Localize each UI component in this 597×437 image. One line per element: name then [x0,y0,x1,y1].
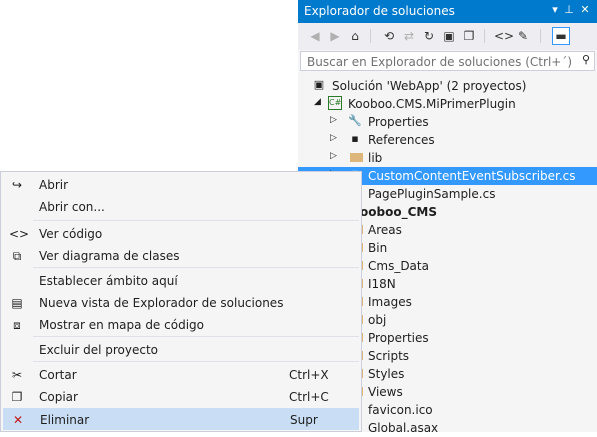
tree-item-label: Global.asax [368,421,439,435]
forward-icon[interactable]: ▶ [326,27,344,45]
tree-item-label: Images [368,295,412,309]
collapse-all-icon[interactable]: ▣ [440,27,458,45]
class-diagram-icon: ⧉ [12,249,22,263]
tree-item-label: Kooboo.CMS.MiPrimerPlugin [348,97,516,111]
scissors-icon: ✂ [11,368,23,382]
menu-item-ver-codigo[interactable]: <> Ver código [3,223,359,245]
search-icon[interactable]: ⚲ [582,53,590,66]
solution-search-box[interactable]: ⚲ [300,51,595,71]
toolbar-separator [540,29,541,43]
pin-icon[interactable]: ⊥ [562,3,576,16]
pending-changes-filter-icon[interactable]: ⟲ [380,27,398,45]
copy-icon: ❐ [11,390,23,404]
toolbar-separator [484,29,485,43]
tree-item-label: ooboo_CMS [360,205,437,219]
refresh-icon[interactable]: ↻ [420,27,438,45]
menu-item-establecer-ambito-aqui[interactable]: Establecer ámbito aquí [3,270,359,292]
menu-item-copiar[interactable]: ❐ Copiar Ctrl+C [3,386,359,408]
show-all-files-icon[interactable]: ❐ [460,27,478,45]
expander-icon[interactable]: ▷ [330,115,340,125]
tree-item[interactable]: ▷ ▪ References [298,131,597,149]
menu-item-label: Copiar [39,390,78,404]
tree-item-label: obj [368,313,387,327]
tree-item-label: favicon.ico [368,403,433,417]
code-map-icon: ⧈ [13,318,21,332]
solution-explorer-toolbar: ◀ ▶ ⌂ ⟲ ⇄ ↻ ▣ ❐ <> ✎ ▬ [298,23,597,50]
panel-dropdown-icon[interactable]: ▾ [548,3,562,16]
menu-item-label: Excluir del proyecto [39,343,158,357]
menu-item-shortcut: Ctrl+C [289,390,329,404]
panel-title: Explorador de soluciones [304,4,455,18]
solution-icon: ▣ [313,78,325,91]
new-view-icon: ▤ [11,296,23,310]
tree-item-label: Areas [368,223,402,237]
tree-item[interactable]: ▷ lib [298,149,597,167]
back-icon[interactable]: ◀ [306,27,324,45]
expander-icon[interactable]: ▷ [330,133,340,143]
expander-icon[interactable]: ▷ [330,151,340,161]
sync-icon[interactable]: ⇄ [400,27,418,45]
tree-item-label: I18N [368,277,396,291]
menu-separator [33,361,359,362]
tree-item-label: Properties [368,331,429,345]
menu-item-abrir-con[interactable]: Abrir con... [3,196,359,218]
menu-separator [33,220,359,221]
menu-item-abrir[interactable]: ↪ Abrir [3,174,359,196]
menu-separator [33,336,359,337]
tree-item[interactable]: ▷ 🔧 Properties [298,113,597,131]
open-arrow-icon: ↪ [11,178,23,192]
tree-item-label: CustomContentEventSubscriber.cs [368,169,576,183]
menu-item-ver-diagrama-de-clases[interactable]: ⧉ Ver diagrama de clases [3,245,359,267]
menu-item-eliminar[interactable]: ✕ Eliminar Supr [3,408,359,430]
tree-item-label: Views [368,385,403,399]
expander-icon[interactable]: ◢ [314,97,324,107]
menu-item-mostrar-en-mapa-de-codigo[interactable]: ⧈ Mostrar en mapa de código [3,314,359,336]
menu-item-nueva-vista-de-explorador-de-soluciones[interactable]: ▤ Nueva vista de Explorador de soluciones [3,292,359,314]
menu-item-label: Eliminar [40,413,90,427]
menu-item-excluir-del-proyecto[interactable]: Excluir del proyecto [3,339,359,361]
home-icon[interactable]: ⌂ [346,27,364,45]
tree-item-label: Properties [368,115,429,129]
folder-icon [350,153,363,162]
tree-item-label: Bin [368,241,388,255]
tree-item-label: Cms_Data [368,259,429,273]
solution-explorer-title-bar: Explorador de soluciones ▾ ⊥ ✕ [298,0,597,23]
menu-item-shortcut: Ctrl+X [289,368,329,382]
tree-item[interactable]: ▣ Solución 'WebApp' (2 proyectos) [298,77,597,95]
menu-item-label: Cortar [39,368,77,382]
tree-item-label: References [368,133,435,147]
delete-x-icon: ✕ [12,413,24,427]
preview-selected-items-icon[interactable]: ▬ [552,27,570,45]
toolbar-separator [370,29,371,43]
menu-item-cortar[interactable]: ✂ Cortar Ctrl+X [3,364,359,386]
menu-item-label: Ver código [39,227,103,241]
close-icon[interactable]: ✕ [578,3,592,16]
tree-item-label: Solución 'WebApp' (2 proyectos) [332,79,527,93]
menu-item-label: Ver diagrama de clases [39,249,180,263]
view-code-icon: <> [9,227,30,241]
wrench-icon: 🔧 [348,114,362,127]
tree-item-label: Styles [368,367,405,381]
menu-item-label: Abrir [39,178,69,192]
menu-item-label: Abrir con... [39,200,105,214]
view-code-icon[interactable]: <> [494,27,514,45]
menu-item-shortcut: Supr [290,413,318,427]
csharp-project-icon: C# [328,96,342,110]
tree-item-label: Scripts [368,349,410,363]
menu-item-label: Nueva vista de Explorador de soluciones [39,296,284,310]
menu-item-label: Mostrar en mapa de código [39,318,204,332]
menu-item-label: Establecer ámbito aquí [39,274,178,288]
tree-item-label: lib [368,151,383,165]
menu-separator [33,267,359,268]
search-input[interactable] [305,53,579,71]
references-icon: ▪ [351,132,359,145]
properties-wrench-icon[interactable]: ✎ [514,27,532,45]
context-menu: ↪ Abrir Abrir con... <> Ver código ⧉ Ver diagr… [0,171,362,432]
tree-item[interactable]: ◢ C# Kooboo.CMS.MiPrimerPlugin [298,95,597,113]
tree-item-label: PagePluginSample.cs [368,187,496,201]
